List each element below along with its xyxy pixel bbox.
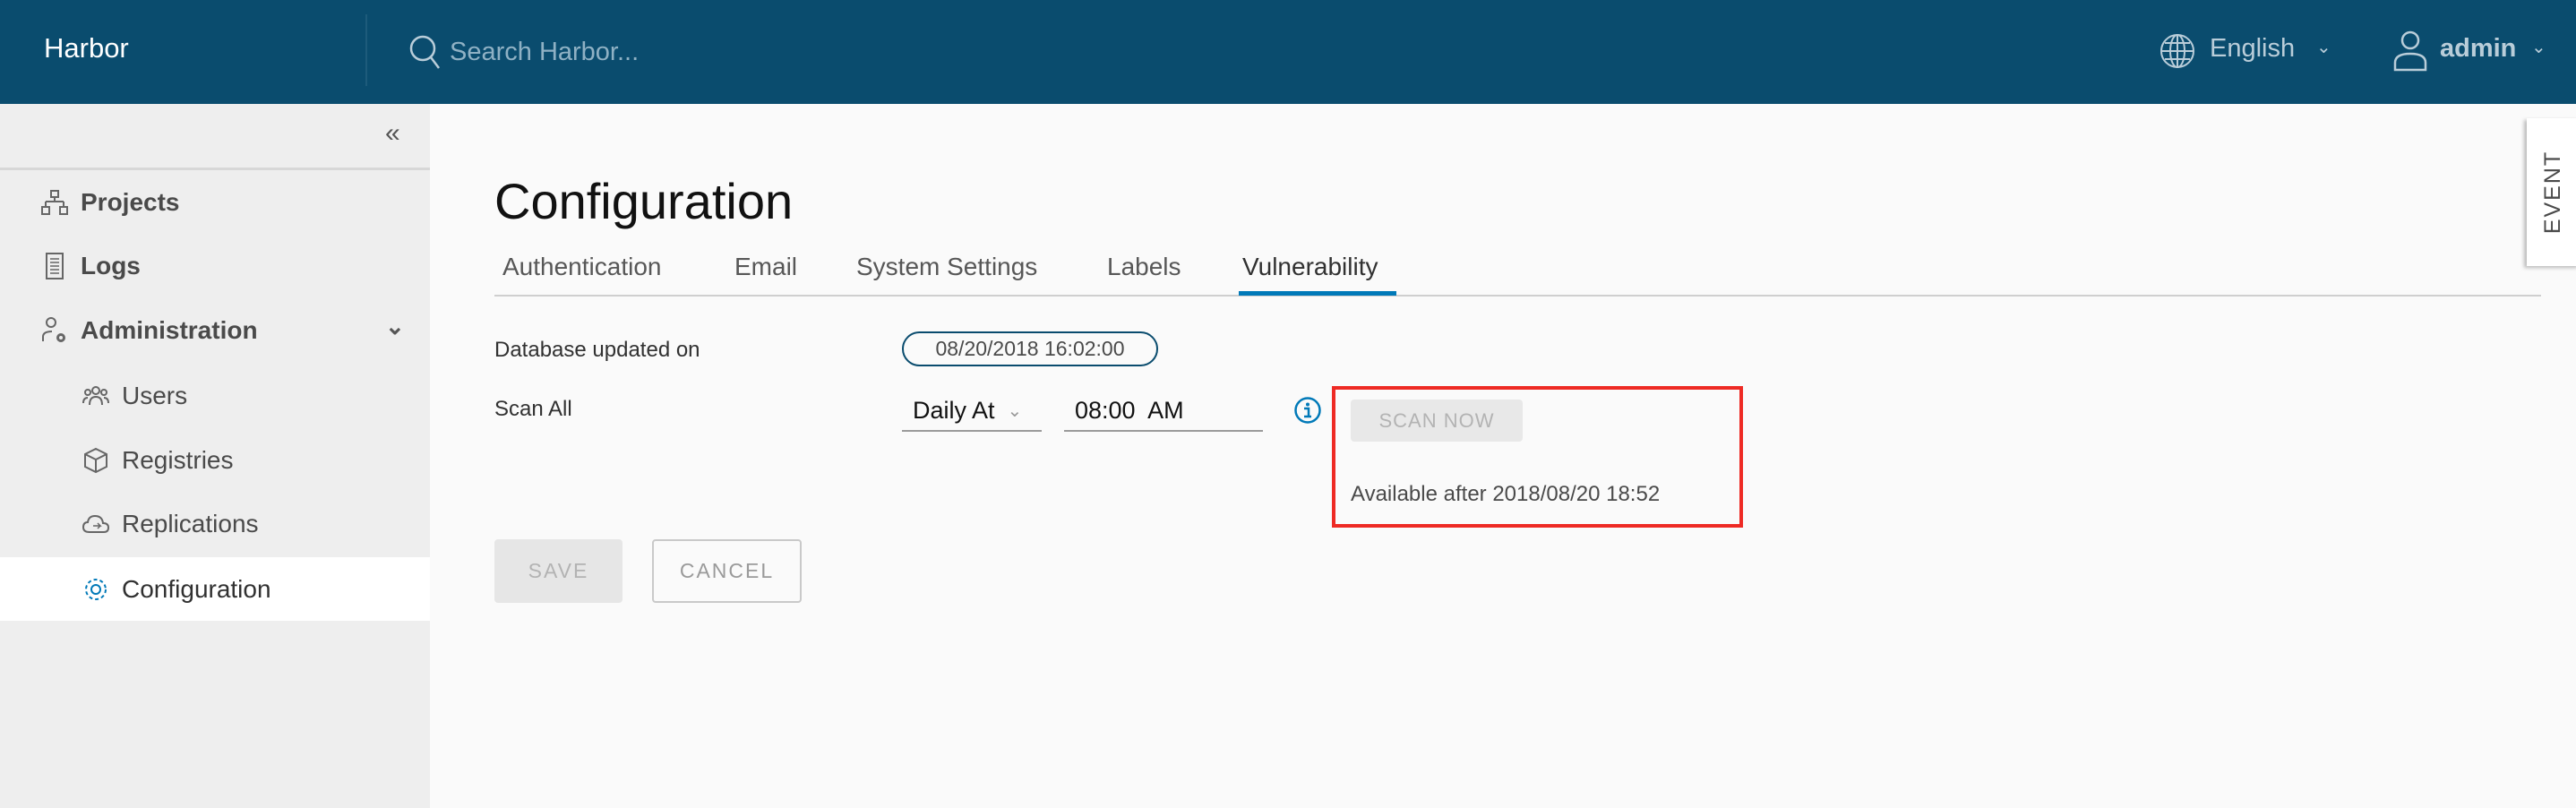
chevron-down-icon: ⌄ [1007,400,1023,421]
sidebar-item-label: Administration [81,316,258,344]
event-label: EVENT [2540,150,2566,235]
search-input[interactable] [450,34,897,70]
tab-labels[interactable]: Labels [1107,253,1181,281]
language-label: English [2210,34,2296,63]
tab-email[interactable]: Email [734,253,797,281]
tab-vulnerability[interactable]: Vulnerability [1242,253,1378,281]
user-icon [2393,30,2427,72]
brand-title[interactable]: Harbor [44,32,129,64]
collapse-sidebar-icon[interactable]: « [385,118,400,149]
chevron-down-icon: ⌄ [2316,38,2331,57]
chevron-down-icon: ⌄ [385,313,405,340]
logs-icon [46,253,64,279]
tab-system-settings[interactable]: System Settings [856,253,1037,281]
cancel-button[interactable]: CANCEL [652,539,802,603]
tab-authentication[interactable]: Authentication [502,253,661,281]
save-button[interactable]: SAVE [494,539,623,603]
time-input[interactable] [1064,391,1263,432]
sidebar-divider [0,168,430,170]
sidebar-item-label: Projects [81,188,180,216]
database-updated-badge: 08/20/2018 16:02:00 [902,331,1158,366]
database-updated-label: Database updated on [494,338,700,362]
globe-icon [2160,34,2194,68]
tabs-divider [494,295,2541,297]
sidebar-item-registries[interactable]: Registries [0,434,430,487]
schedule-select[interactable]: Daily At ⌄ [902,391,1042,432]
chevron-down-icon: ⌄ [2531,38,2546,57]
info-icon[interactable] [1293,396,1322,425]
sidebar-item-users[interactable]: Users [0,369,430,423]
sidebar-item-label: Registries [122,446,234,474]
sidebar-item-label: Configuration [122,574,271,603]
users-icon [82,386,109,406]
schedule-value: Daily At [913,396,995,424]
sidebar-item-replications[interactable]: Replications [0,497,430,551]
search-icon [409,35,440,69]
replications-icon [82,514,109,533]
sidebar-item-projects[interactable]: Projects [0,176,430,229]
active-tab-indicator [1239,291,1396,296]
sidebar-item-label: Users [122,382,188,409]
top-header: Harbor English ⌄ admin ⌄ [0,0,2576,104]
page-title: Configuration [494,173,794,229]
header-divider [365,14,367,86]
scan-now-button[interactable]: SCAN NOW [1351,400,1523,442]
sidebar-item-label: Logs [81,252,141,279]
event-panel-tab[interactable]: EVENT [2527,118,2576,266]
sidebar-item-label: Replications [122,510,259,537]
registries-icon [84,447,107,474]
available-after-text: Available after 2018/08/20 18:52 [1351,482,1661,506]
projects-icon [41,190,68,215]
scan-all-label: Scan All [494,397,572,421]
sidebar-item-logs[interactable]: Logs [0,239,430,293]
sidebar-item-administration[interactable]: Administration ⌄ [0,304,430,357]
username: admin [2440,34,2517,63]
administration-icon [42,317,65,342]
gear-icon [85,578,107,600]
sidebar-item-configuration[interactable]: Configuration [0,557,430,621]
